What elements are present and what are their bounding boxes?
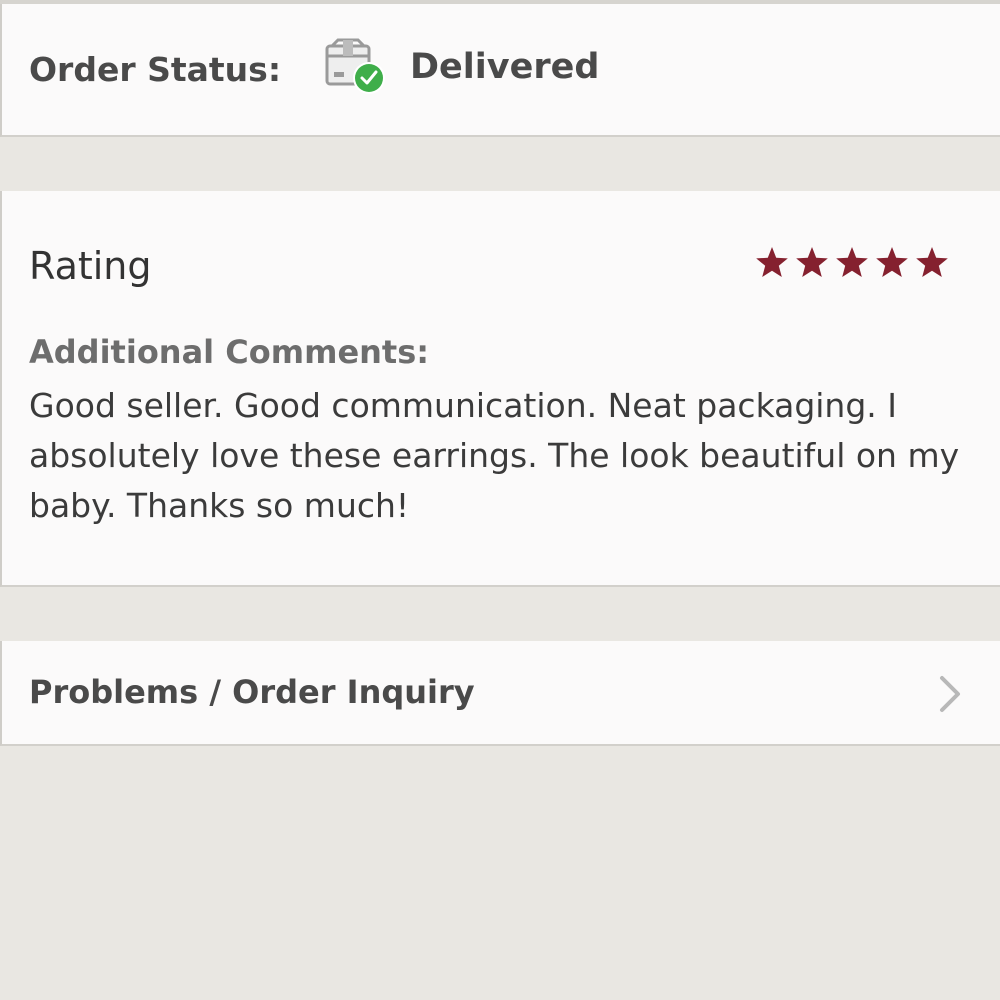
star-icon <box>915 246 949 280</box>
additional-comments-label: Additional Comments: <box>29 333 430 371</box>
problems-order-inquiry-label: Problems / Order Inquiry <box>29 673 475 711</box>
star-icon <box>795 246 829 280</box>
order-status-card: Order Status: Delivered <box>0 4 1000 137</box>
problems-order-inquiry-row[interactable]: Problems / Order Inquiry <box>0 641 1000 746</box>
star-icon <box>875 246 909 280</box>
package-delivered-icon <box>324 36 390 98</box>
rating-title: Rating <box>29 244 152 288</box>
star-icon <box>755 246 789 280</box>
chevron-right-icon[interactable] <box>936 674 964 714</box>
star-rating <box>755 246 950 280</box>
star-icon <box>835 246 869 280</box>
rating-card: Rating Additional Comments: Good seller.… <box>0 191 1000 587</box>
order-status-value: Delivered <box>410 47 600 87</box>
additional-comments-text: Good seller. Good communication. Neat pa… <box>29 386 960 525</box>
order-status-label: Order Status: <box>29 50 282 89</box>
